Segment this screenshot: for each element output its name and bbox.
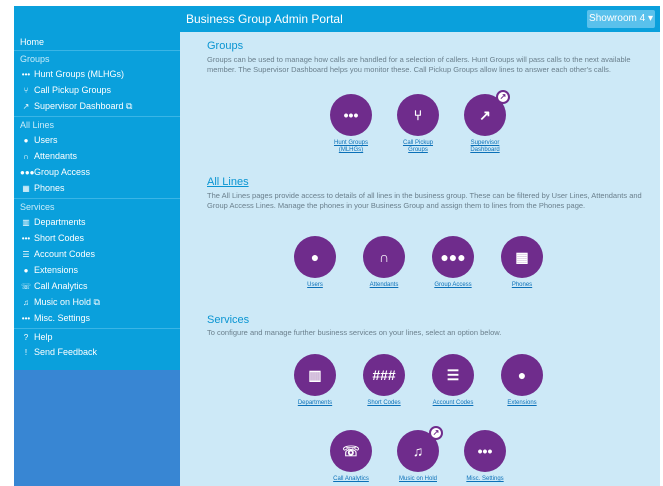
group-icon: ●●● [432, 236, 474, 278]
external-link-icon: ↗ [496, 90, 510, 104]
tile-label: Attendants [369, 282, 399, 288]
tile-label: Call Pickup Groups [402, 140, 433, 153]
hash-icon: ### [363, 354, 405, 396]
sidebar-section-groups: Groups [14, 50, 180, 66]
tile-label: Users [307, 282, 323, 288]
services-description: To configure and manage further business… [207, 328, 502, 337]
list-icon: ☰ [432, 354, 474, 396]
tile-label: Short Codes [367, 400, 401, 406]
ellipsis-icon: ••• [464, 430, 506, 472]
building-icon: ▥ [22, 218, 30, 227]
music-icon: ♫ ↗ [397, 426, 443, 472]
call-analytics-icon: ☏ [20, 282, 31, 291]
tile-label: Group Access [434, 282, 472, 288]
tile-phones[interactable]: ▦ Phones [497, 236, 547, 289]
headset-icon: ∩ [363, 236, 405, 278]
sidebar-item-departments[interactable]: ▥ Departments [14, 214, 180, 230]
sidebar-item-help[interactable]: ? Help [14, 328, 180, 344]
group-icon: ●●● [20, 168, 35, 177]
top-bar: Business Group Admin Portal Showroom 4 ▾ [14, 6, 660, 32]
all-lines-description: The All Lines pages provide access to de… [207, 191, 642, 210]
tile-account-codes[interactable]: ☰ Account Codes [428, 354, 478, 407]
building-icon: ▥ [294, 354, 336, 396]
user-icon: ● [23, 136, 29, 145]
sidebar-section-all-lines: All Lines [14, 116, 180, 132]
sidebar-item-users[interactable]: ● Users [14, 132, 180, 148]
groups-description: Groups can be used to manage how calls a… [207, 55, 631, 74]
sidebar-item-call-pickup[interactable]: ⑂ Call Pickup Groups [14, 82, 180, 98]
sidebar-item-group-access[interactable]: ●●●Group Access [14, 164, 180, 180]
sidebar-item-label: Home [20, 37, 45, 47]
phone-icon: ▦ [501, 236, 543, 278]
tile-label: Music on Hold [398, 476, 437, 482]
groups-heading: Groups [207, 40, 244, 52]
tile-music-on-hold[interactable]: ♫ ↗ Music on Hold [393, 426, 443, 483]
all-lines-heading[interactable]: All Lines [207, 176, 249, 188]
services-heading: Services [207, 314, 250, 326]
portal-frame: Business Group Admin Portal Showroom 4 ▾… [14, 6, 660, 486]
sidebar-item-attendants[interactable]: ∩ Attendants [14, 148, 180, 164]
sidebar-item-send-feedback[interactable]: ! Send Feedback [14, 344, 180, 360]
sidebar-item-account-codes[interactable]: ☰ Account Codes [14, 246, 180, 262]
tile-label: Misc. Settings [466, 476, 504, 482]
showroom-dropdown[interactable]: Showroom 4 ▾ [587, 10, 655, 28]
sidebar-item-home[interactable]: Home [14, 34, 180, 50]
phone-icon: ▦ [22, 184, 30, 193]
sidebar-item-short-codes[interactable]: ••• Short Codes [14, 230, 180, 246]
tile-hunt-groups[interactable]: ••• Hunt Groups (MLHGs) [326, 94, 376, 154]
external-link-icon: ↗ [429, 426, 443, 440]
tile-label: Departments [297, 400, 333, 406]
tile-call-analytics[interactable]: ☏ Call Analytics [326, 430, 376, 483]
tile-label: Hunt Groups (MLHGs) [333, 140, 369, 153]
tile-group-access[interactable]: ●●● Group Access [428, 236, 478, 289]
feedback-icon: ! [24, 348, 28, 357]
hunt-groups-icon: ••• [330, 94, 372, 136]
tile-label: Phones [511, 282, 533, 288]
sidebar-item-extensions[interactable]: ● Extensions [14, 262, 180, 278]
sidebar-item-misc-settings[interactable]: ••• Misc. Settings [14, 310, 180, 326]
tile-label: Supervisor Dashboard [470, 140, 500, 153]
supervisor-icon: ↗ [22, 102, 30, 111]
portal-title: Business Group Admin Portal [186, 12, 343, 26]
call-pickup-icon: ⑂ [397, 94, 439, 136]
tile-departments[interactable]: ▥ Departments [290, 354, 340, 407]
tile-label: Extensions [507, 400, 537, 406]
tile-call-pickup[interactable]: ⑂ Call Pickup Groups [393, 94, 443, 154]
dashboard-icon: ↗ ↗ [464, 90, 510, 136]
tile-supervisor-dashboard[interactable]: ↗ ↗ Supervisor Dashboard [460, 90, 510, 154]
hunt-groups-icon: ••• [21, 70, 31, 79]
sidebar-section-services: Services [14, 198, 180, 214]
main-content: Groups Groups can be used to manage how … [180, 32, 660, 486]
headset-icon: ∩ [23, 152, 29, 161]
ellipsis-icon: ••• [21, 314, 31, 323]
short-codes-icon: ••• [21, 234, 31, 243]
sidebar-item-supervisor[interactable]: ↗ Supervisor Dashboard ⧉ [14, 98, 180, 114]
tile-misc-settings[interactable]: ••• Misc. Settings [460, 430, 510, 483]
tile-label: Account Codes [432, 400, 474, 406]
list-icon: ☰ [22, 250, 30, 259]
music-icon: ♫ [23, 298, 29, 307]
tile-label: Call Analytics [333, 476, 369, 482]
user-icon: ● [294, 236, 336, 278]
call-pickup-icon: ⑂ [23, 86, 29, 95]
sidebar: Home Groups ••• Hunt Groups (MLHGs) ⑂ Call… [14, 32, 180, 486]
sidebar-item-hunt-groups[interactable]: ••• Hunt Groups (MLHGs) [14, 66, 180, 82]
extensions-icon: ● [23, 266, 29, 275]
sidebar-item-call-analytics[interactable]: ☏ Call Analytics [14, 278, 180, 294]
extensions-icon: ● [501, 354, 543, 396]
sidebar-item-phones[interactable]: ▦ Phones [14, 180, 180, 196]
call-analytics-icon: ☏ [330, 430, 372, 472]
tile-users[interactable]: ● Users [290, 236, 340, 289]
tile-extensions[interactable]: ● Extensions [497, 354, 547, 407]
tile-short-codes[interactable]: ### Short Codes [359, 354, 409, 407]
sidebar-item-music-on-hold[interactable]: ♫ Music on Hold ⧉ [14, 294, 180, 310]
tile-attendants[interactable]: ∩ Attendants [359, 236, 409, 289]
